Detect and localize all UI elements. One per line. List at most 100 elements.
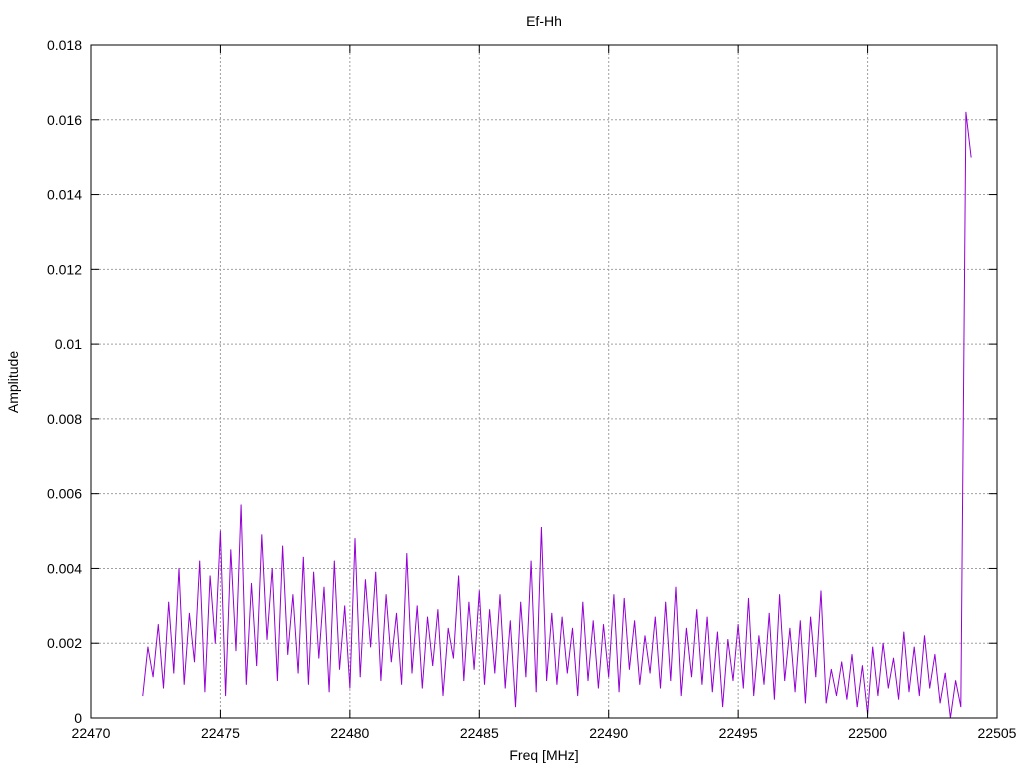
x-axis-label: Freq [MHz]	[509, 747, 578, 763]
data-point	[551, 612, 553, 614]
data-point	[763, 683, 765, 685]
data-point	[546, 680, 548, 682]
data-point	[142, 695, 144, 697]
data-point	[297, 672, 299, 674]
data-point	[634, 620, 636, 622]
data-point	[654, 616, 656, 618]
series-layer	[142, 111, 972, 719]
data-point	[924, 635, 926, 637]
x-tick-label: 22495	[719, 725, 758, 741]
data-point	[815, 676, 817, 678]
data-point	[960, 706, 962, 708]
data-point	[872, 646, 874, 648]
data-point	[804, 702, 806, 704]
data-point	[830, 668, 832, 670]
data-point	[380, 680, 382, 682]
ticks: 22470 22475 22480 22485 22490 22495 22500 22505…	[47, 37, 1017, 741]
y-tick-label: 0	[74, 710, 82, 726]
data-point	[375, 571, 377, 573]
data-point	[266, 638, 268, 640]
data-point	[613, 594, 615, 596]
data-point	[452, 657, 454, 659]
data-point	[727, 638, 729, 640]
x-tick-label: 22485	[460, 725, 499, 741]
data-point	[282, 545, 284, 547]
data-point	[292, 594, 294, 596]
x-tick-label: 22500	[848, 725, 887, 741]
data-point	[162, 687, 164, 689]
x-tick-label: 22490	[589, 725, 628, 741]
data-point	[685, 627, 687, 629]
data-point	[623, 597, 625, 599]
data-point	[706, 616, 708, 618]
data-point	[494, 672, 496, 674]
data-point	[789, 627, 791, 629]
data-point	[628, 668, 630, 670]
data-point	[499, 594, 501, 596]
data-point	[846, 698, 848, 700]
data-point	[406, 552, 408, 554]
data-point	[908, 691, 910, 693]
data-point	[344, 605, 346, 607]
data-point	[913, 646, 915, 648]
data-point	[722, 706, 724, 708]
data-point	[577, 695, 579, 697]
data-point	[691, 676, 693, 678]
data-point	[520, 601, 522, 603]
data-point	[395, 612, 397, 614]
y-axis-label: Amplitude	[5, 351, 21, 413]
data-point	[250, 582, 252, 584]
data-point	[427, 616, 429, 618]
data-point	[556, 683, 558, 685]
y-tick-label: 0.006	[47, 486, 82, 502]
data-point	[737, 624, 739, 626]
data-point	[225, 695, 227, 697]
data-point	[753, 695, 755, 697]
data-point	[157, 624, 159, 626]
data-point	[639, 683, 641, 685]
data-point	[385, 594, 387, 596]
data-point	[530, 560, 532, 562]
data-point	[188, 612, 190, 614]
data-point	[587, 680, 589, 682]
data-point	[758, 635, 760, 637]
y-tick-label: 0.01	[55, 336, 82, 352]
data-point	[307, 683, 309, 685]
data-point	[955, 680, 957, 682]
data-point	[784, 680, 786, 682]
data-point	[820, 590, 822, 592]
data-point	[416, 605, 418, 607]
data-point	[597, 687, 599, 689]
y-tick-label: 0.018	[47, 37, 82, 53]
x-tick-label: 22470	[72, 725, 111, 741]
data-point	[489, 609, 491, 611]
data-point	[535, 691, 537, 693]
data-point	[240, 504, 242, 506]
data-point	[841, 661, 843, 663]
y-tick-label: 0.002	[47, 635, 82, 651]
data-point	[732, 680, 734, 682]
data-point	[603, 624, 605, 626]
data-point	[339, 668, 341, 670]
data-point	[261, 534, 263, 536]
data-point	[447, 627, 449, 629]
data-point	[473, 668, 475, 670]
data-point	[458, 575, 460, 577]
data-point	[644, 635, 646, 637]
data-point	[525, 676, 527, 678]
data-point	[711, 691, 713, 693]
data-point	[235, 650, 237, 652]
data-point	[468, 601, 470, 603]
y-tick-label: 0.012	[47, 261, 82, 277]
series-line	[142, 112, 972, 719]
data-point	[147, 646, 149, 648]
data-point	[608, 676, 610, 678]
data-point	[670, 680, 672, 682]
data-point	[214, 642, 216, 644]
data-point	[680, 695, 682, 697]
chart: 22470 22475 22480 22485 22490 22495 22500 22505…	[5, 13, 1017, 763]
data-point	[716, 631, 718, 633]
data-point	[287, 653, 289, 655]
data-point	[892, 657, 894, 659]
data-point	[230, 549, 232, 551]
